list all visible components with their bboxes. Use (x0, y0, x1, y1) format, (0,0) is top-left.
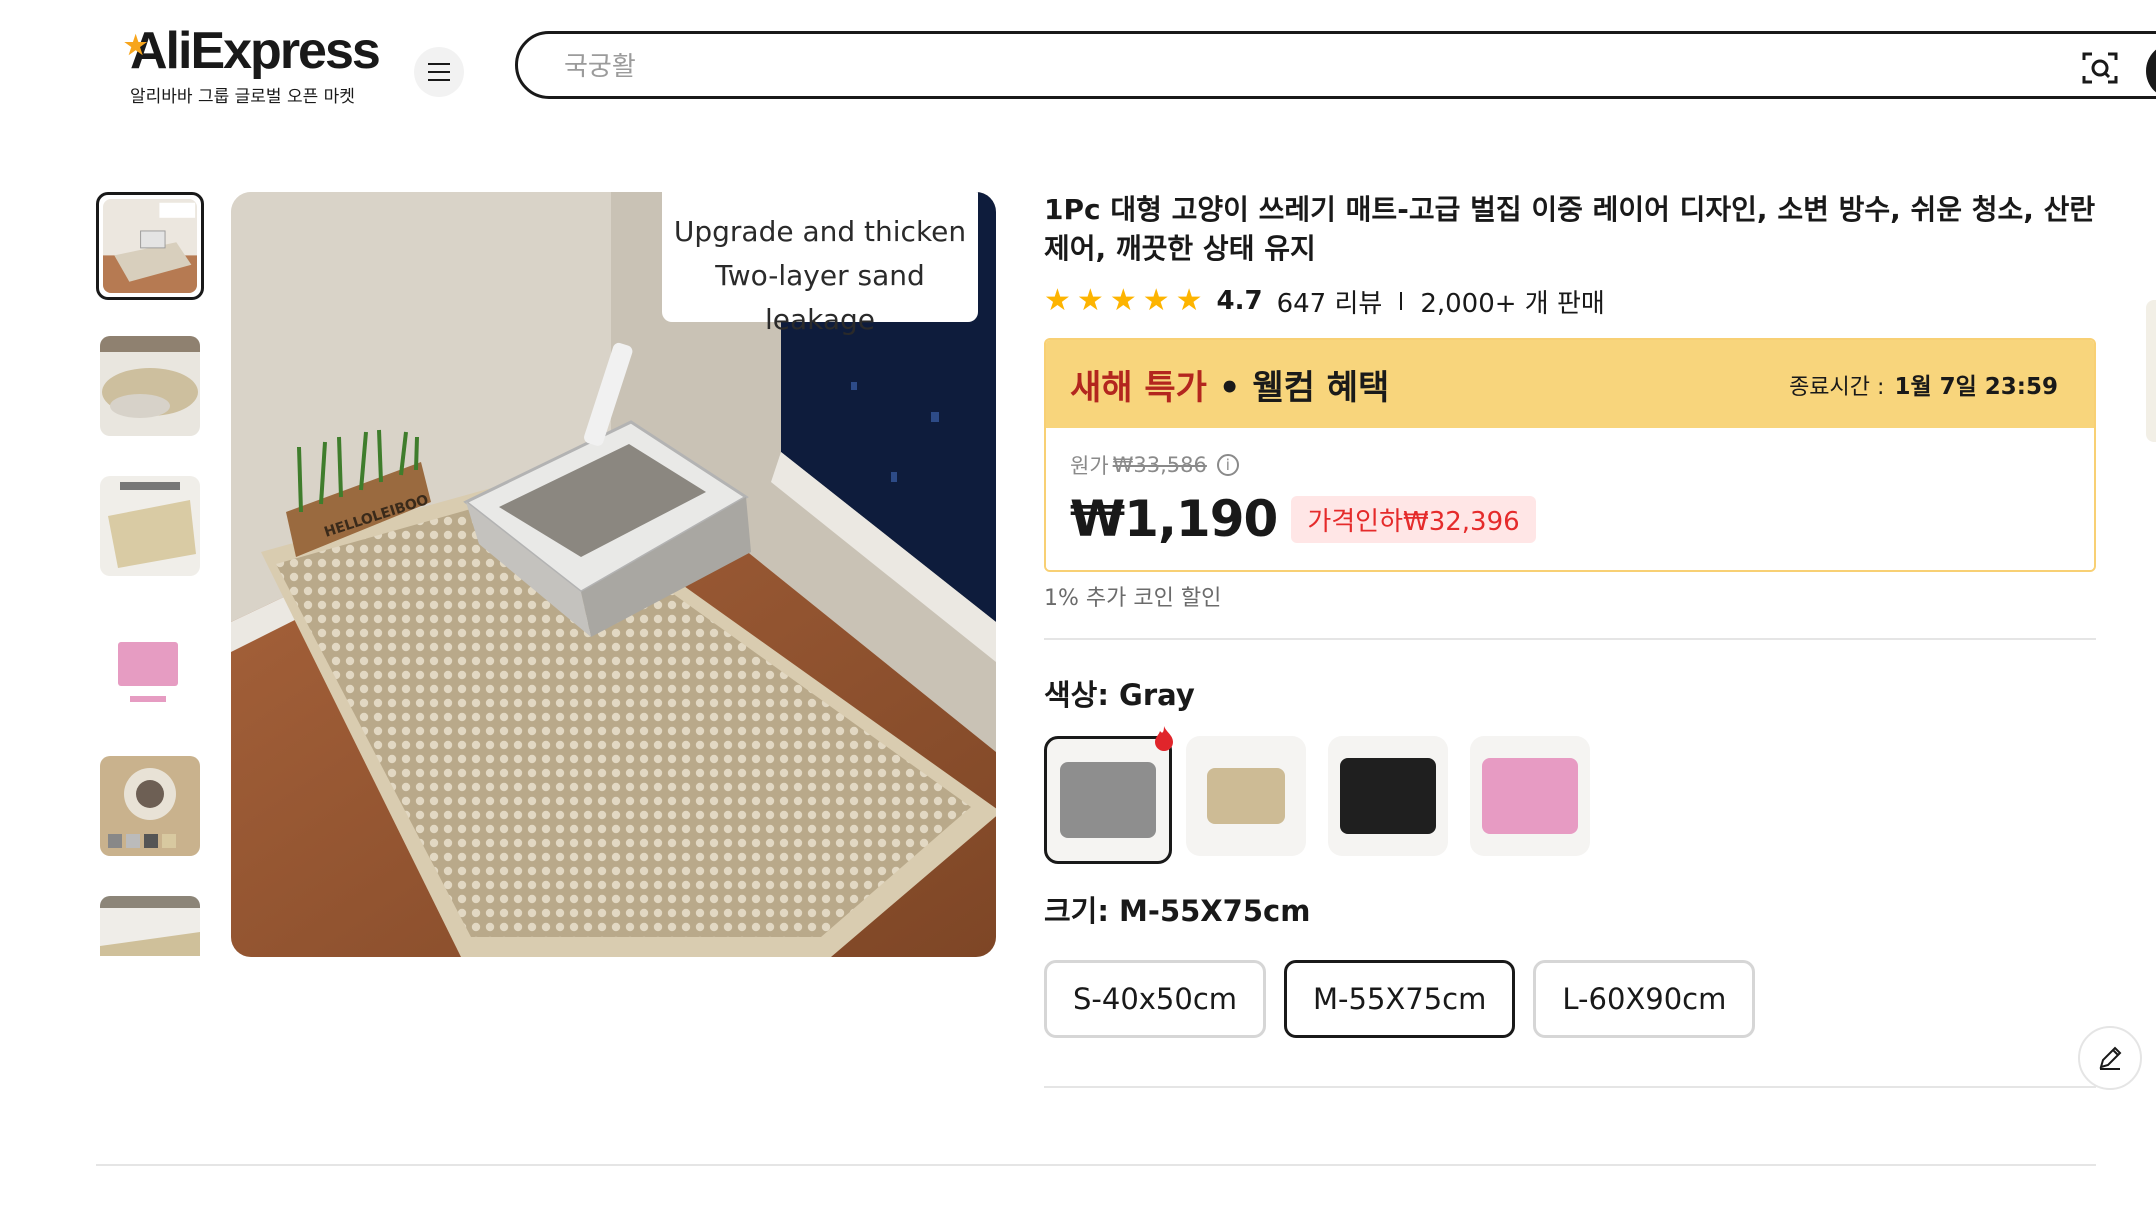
size-button-s[interactable]: S-40x50cm (1044, 960, 1267, 1038)
color-swatch-gray[interactable] (1044, 726, 1173, 864)
thumbnail-4[interactable] (100, 616, 200, 716)
logo-subtitle: 알리바바 그룹 글로벌 오픈 마켓 (130, 87, 355, 107)
product-title: 1Pc 대형 고양이 쓰레기 매트-고급 벌집 이중 레이어 디자인, 소변 방… (1044, 193, 2096, 265)
size-button-l[interactable]: L-60X90cm (1533, 960, 1756, 1038)
thumbnail-3[interactable] (100, 476, 200, 576)
rating-row: ★ ★ ★ ★ ★ 4.7 647 리뷰 2,000+ 개 판매 (1044, 283, 2096, 320)
color-swatch-black[interactable] (1328, 736, 1448, 856)
price-row: ₩1,190 가격인하₩32,396 (1070, 490, 2070, 548)
sold-count: 2,000+ 개 판매 (1420, 288, 1605, 319)
search-bar[interactable] (515, 31, 2156, 99)
size-options: S-40x50cm M-55X75cm L-60X90cm (1044, 960, 2096, 1038)
divider (1044, 1086, 2096, 1088)
aliexpress-logo[interactable]: ★ AliExpress 알리바바 그룹 글로벌 오픈 마켓 (124, 22, 390, 107)
edit-icon[interactable] (2078, 1026, 2142, 1090)
section-divider (96, 1164, 2096, 1166)
promo-title: 새해 특가 • 웰컴 혜택 (1070, 367, 1390, 408)
color-option-label: 색상: Gray (1044, 678, 1195, 712)
divider (1044, 638, 2096, 640)
main-product-image[interactable]: HELLOLEIBOO Upgrade and thicken Two-laye… (231, 192, 996, 957)
image-caption: Upgrade and thicken Two-layer sand leaka… (662, 192, 978, 336)
info-icon[interactable]: i (1216, 454, 1239, 476)
color-swatch-beige[interactable] (1186, 736, 1306, 856)
original-price: ₩33,586 (1112, 453, 1207, 477)
rating-value: 4.7 (1216, 286, 1263, 316)
thumbnail-2[interactable] (100, 336, 200, 436)
promo-box: 새해 특가 • 웰컴 혜택 종료시간 :1월 7일 23:59 원가 ₩33,5… (1044, 338, 2096, 572)
size-button-m[interactable]: M-55X75cm (1284, 960, 1516, 1038)
thumbnail-6[interactable] (100, 896, 200, 956)
thumbnail-list[interactable] (96, 192, 204, 956)
current-price: ₩1,190 (1070, 490, 1278, 548)
promo-header: 새해 특가 • 웰컴 혜택 종료시간 :1월 7일 23:59 (1046, 340, 2094, 428)
coin-discount-note: 1% 추가 코인 할인 (1044, 586, 1222, 611)
price-block: 원가 ₩33,586 i ₩1,190 가격인하₩32,396 (1046, 428, 2094, 570)
thumbnail-1[interactable] (96, 192, 204, 300)
rating-stars: ★ ★ ★ ★ ★ (1044, 286, 1203, 316)
camera-search-icon[interactable] (2080, 48, 2120, 88)
star-icon: ★ (1175, 283, 1203, 318)
logo-wordmark: ★ AliExpress (124, 22, 381, 80)
original-price-row: 원가 ₩33,586 i (1070, 450, 2070, 480)
hot-flame-icon (1155, 726, 1173, 751)
product-info: 1Pc 대형 고양이 쓰레기 매트-고급 벌집 이중 레이어 디자인, 소변 방… (1044, 190, 2096, 1088)
hamburger-menu-icon[interactable] (414, 47, 464, 97)
review-count-link[interactable]: 647 리뷰 (1277, 283, 1383, 320)
promo-end-time: 종료시간 :1월 7일 23:59 (1789, 374, 2058, 400)
discount-badge: 가격인하₩32,396 (1291, 495, 1536, 543)
size-option-label: 크기: M-55X75cm (1044, 894, 1311, 928)
star-icon: ★ (1044, 283, 1071, 318)
star-icon: ★ (1109, 283, 1137, 318)
star-icon: ★ (1142, 283, 1170, 318)
thumbnail-5[interactable] (100, 756, 200, 856)
divider (1400, 292, 1403, 310)
side-panel-edge (2146, 300, 2156, 442)
search-input[interactable] (562, 46, 2066, 88)
color-swatch-pink[interactable] (1470, 736, 1590, 856)
star-icon: ★ (1076, 283, 1104, 318)
color-swatches (1044, 726, 2096, 864)
